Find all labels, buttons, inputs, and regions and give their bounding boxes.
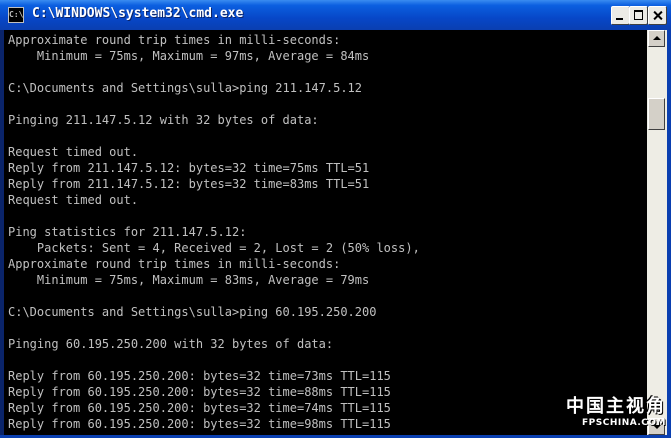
- window-title: C:\WINDOWS\system32\cmd.exe: [32, 6, 244, 21]
- cmd-window: C:\ C:\WINDOWS\system32\cmd.exe Approxim…: [0, 0, 671, 438]
- close-button[interactable]: [648, 6, 667, 25]
- console-text: Approximate round trip times in milli-se…: [8, 33, 420, 431]
- title-bar[interactable]: C:\ C:\WINDOWS\system32\cmd.exe: [0, 0, 671, 30]
- watermark-url: FPSCHINA.COM: [581, 418, 666, 428]
- window-frame-right: [667, 30, 671, 438]
- scroll-up-button[interactable]: [648, 30, 665, 47]
- cmd-icon[interactable]: C:\: [8, 7, 24, 23]
- scrollbar-thumb[interactable]: [648, 98, 665, 130]
- watermark-chinese: 中国主视角: [566, 396, 666, 417]
- chevron-up-icon: [653, 36, 661, 40]
- console-output-area[interactable]: Approximate round trip times in milli-se…: [4, 30, 647, 435]
- minimize-button[interactable]: [611, 6, 630, 25]
- vertical-scrollbar[interactable]: [647, 30, 667, 435]
- maximize-button[interactable]: [629, 6, 648, 25]
- watermark: 中国主视角 FPSCHINA.COM: [566, 392, 666, 428]
